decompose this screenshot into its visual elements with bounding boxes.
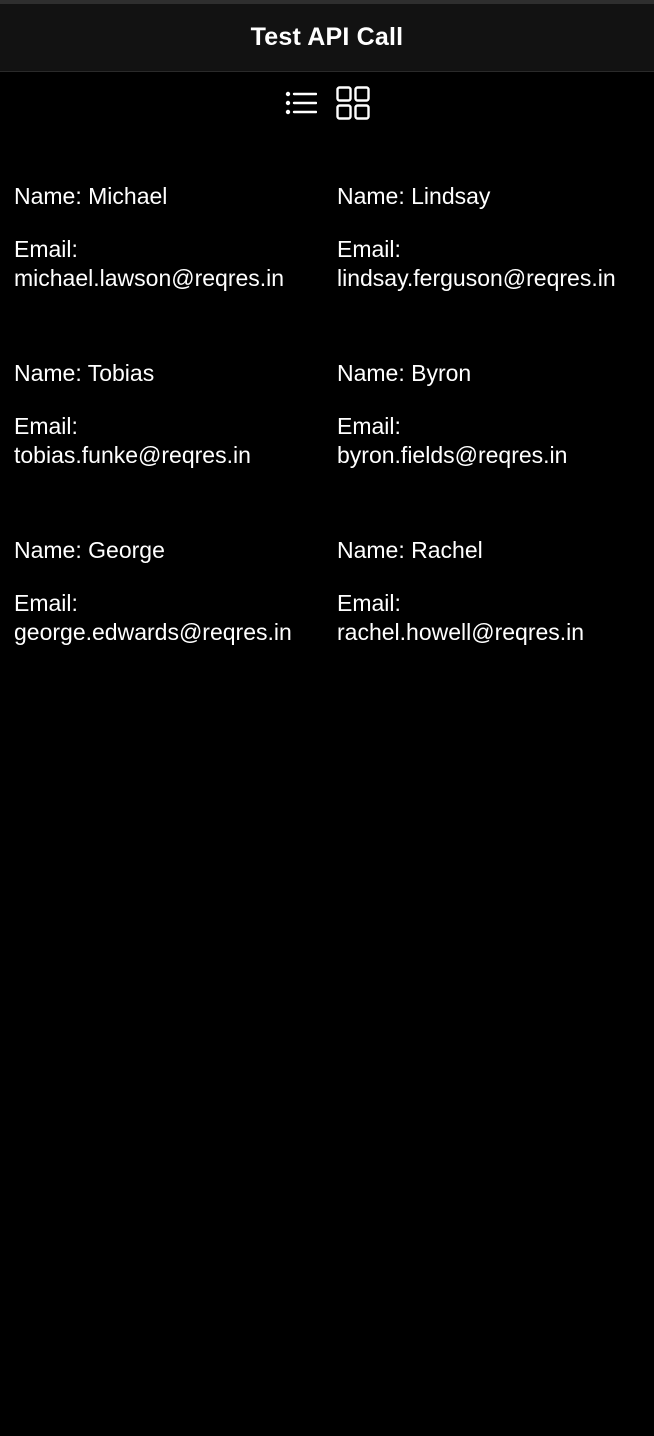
user-card[interactable]: Name: Lindsay Email: lindsay.ferguson@re… — [337, 182, 654, 359]
user-name: Name: Rachel — [337, 537, 483, 563]
user-name: Name: Michael — [14, 183, 168, 209]
grid-view-button[interactable] — [336, 86, 370, 120]
list-view-button[interactable] — [284, 86, 318, 120]
user-name: Name: George — [14, 537, 165, 563]
page-title: Test API Call — [250, 23, 404, 51]
user-email: tobias.funke@reqres.in — [14, 442, 251, 468]
email-label: Email: — [14, 590, 78, 616]
grid-icon — [336, 86, 370, 120]
user-grid: Name: Michael Email: michael.lawson@reqr… — [14, 182, 654, 713]
user-name: Name: Byron — [337, 360, 472, 386]
user-email: michael.lawson@reqres.in — [14, 265, 285, 291]
navigation-bar: Test API Call — [0, 4, 654, 72]
user-email: rachel.howell@reqres.in — [337, 619, 585, 645]
user-card[interactable]: Name: Tobias Email: tobias.funke@reqres.… — [14, 359, 337, 536]
user-card[interactable]: Name: George Email: george.edwards@reqre… — [14, 536, 337, 713]
user-email: byron.fields@reqres.in — [337, 442, 568, 468]
list-icon — [285, 91, 317, 115]
user-card[interactable]: Name: Michael Email: michael.lawson@reqr… — [14, 182, 337, 359]
email-label: Email: — [337, 413, 401, 439]
user-email: george.edwards@reqres.in — [14, 619, 292, 645]
view-toggle — [0, 84, 654, 122]
user-card[interactable]: Name: Byron Email: byron.fields@reqres.i… — [337, 359, 654, 536]
user-card[interactable]: Name: Rachel Email: rachel.howell@reqres… — [337, 536, 654, 713]
user-name: Name: Lindsay — [337, 183, 491, 209]
email-label: Email: — [14, 236, 78, 262]
email-label: Email: — [337, 590, 401, 616]
user-email: lindsay.ferguson@reqres.in — [337, 265, 616, 291]
email-label: Email: — [14, 413, 78, 439]
email-label: Email: — [337, 236, 401, 262]
user-name: Name: Tobias — [14, 360, 155, 386]
